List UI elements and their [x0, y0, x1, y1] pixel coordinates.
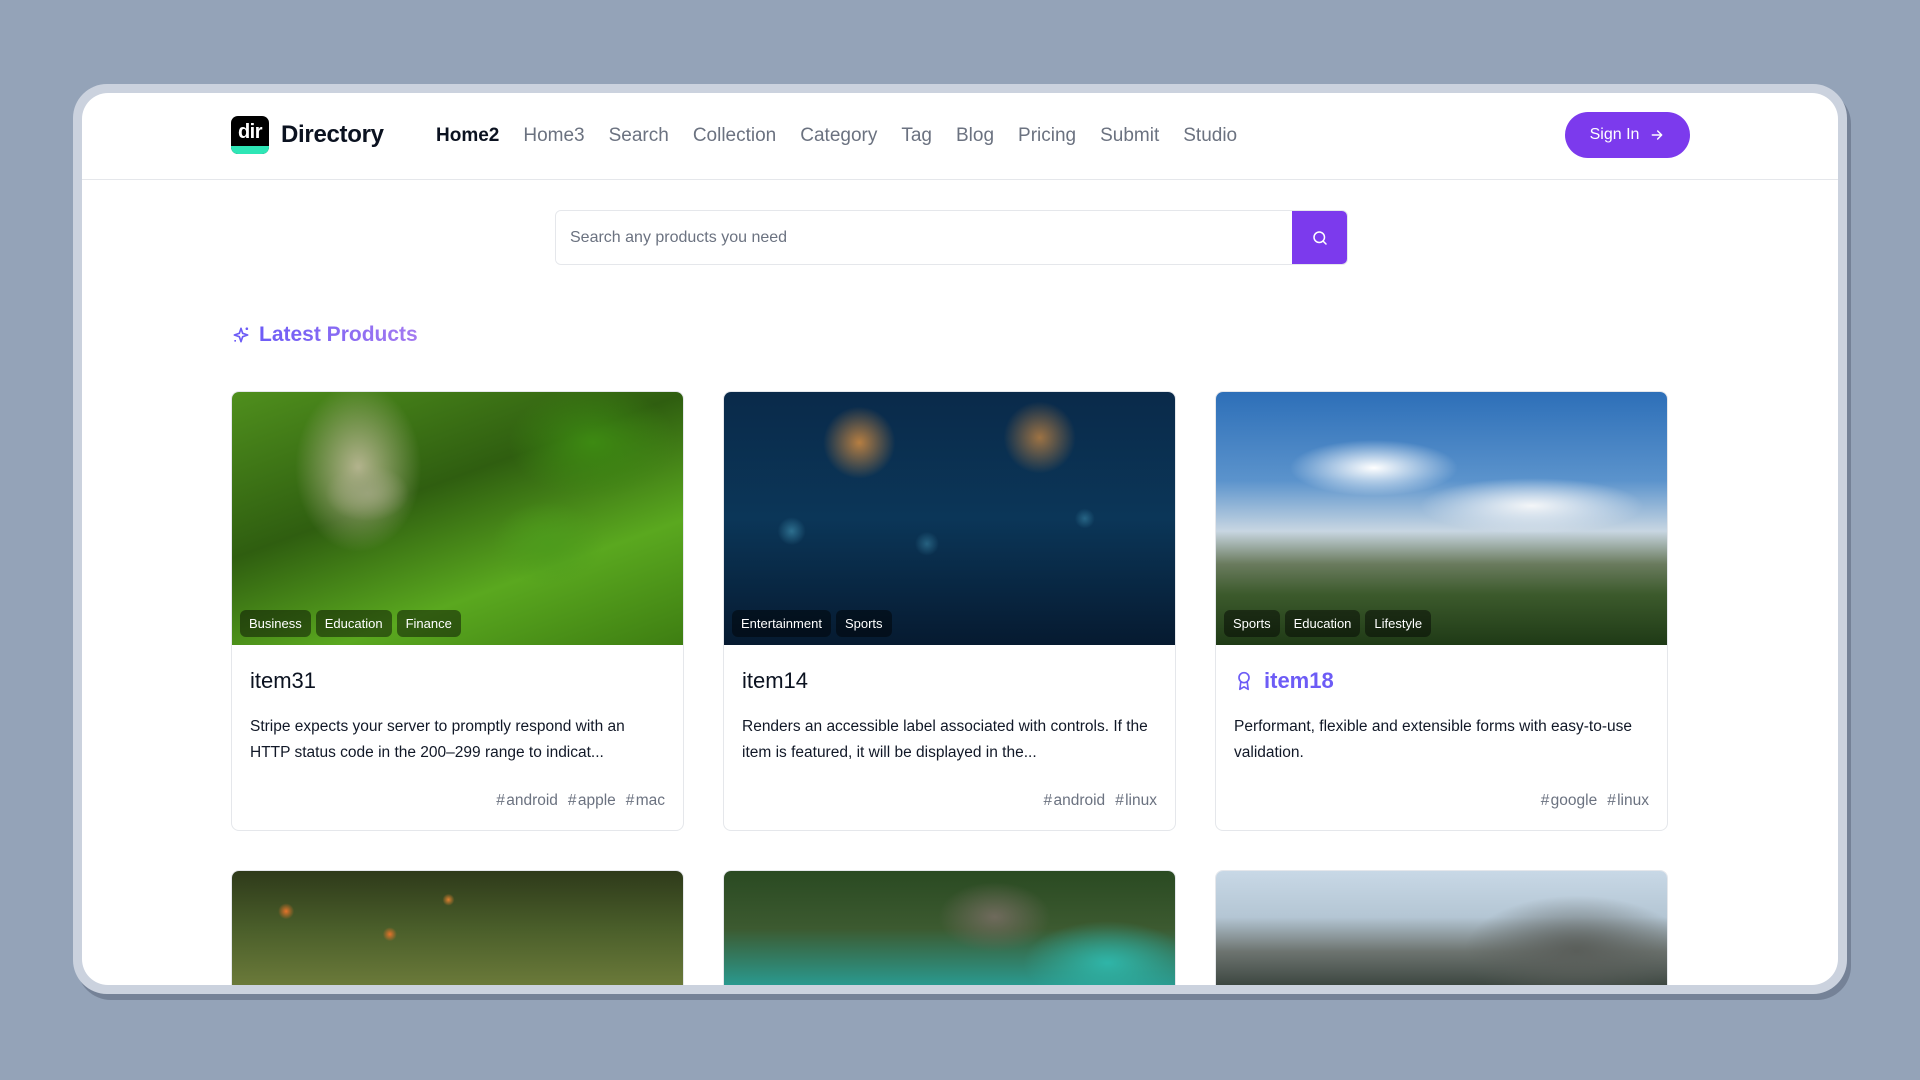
category-chip[interactable]: Business	[240, 610, 311, 637]
sign-in-label: Sign In	[1589, 126, 1640, 143]
category-chip[interactable]: Sports	[1224, 610, 1280, 637]
tag-list: # google # linux	[1541, 792, 1649, 810]
product-image[interactable]: Entertainment Sports	[724, 392, 1175, 645]
tag-link[interactable]: # google	[1541, 792, 1597, 810]
tag-list: # android # apple # mac	[496, 792, 665, 810]
nav-item-collection[interactable]: Collection	[693, 123, 776, 149]
category-chips: Business Education Finance	[240, 610, 461, 637]
product-title[interactable]: item31	[250, 667, 665, 695]
nav-item-blog[interactable]: Blog	[956, 123, 994, 149]
nav-item-home3[interactable]: Home3	[523, 123, 584, 149]
product-card[interactable]: Entertainment Sports item14 Renders an a…	[723, 391, 1176, 831]
tag-link[interactable]: # linux	[1115, 792, 1157, 810]
category-chip[interactable]: Entertainment	[732, 610, 831, 637]
product-card-featured[interactable]: Sports Education Lifestyle item18 Perfor…	[1215, 391, 1668, 831]
main-nav: Home2 Home3 Search Collection Category T…	[436, 123, 1261, 149]
tag-link[interactable]: # android	[496, 792, 558, 810]
product-description: Renders an accessible label associated w…	[742, 718, 1148, 761]
nav-item-pricing[interactable]: Pricing	[1018, 123, 1076, 149]
product-title-text[interactable]: item14	[742, 668, 808, 694]
product-title-text[interactable]: item18	[1264, 668, 1334, 694]
nav-item-studio[interactable]: Studio	[1183, 123, 1237, 149]
product-image[interactable]	[724, 871, 1175, 985]
category-chip[interactable]: Finance	[396, 610, 461, 637]
product-card[interactable]: Business Education Finance item31 Stripe…	[231, 391, 684, 831]
section-heading: Latest Products	[231, 323, 418, 347]
product-title[interactable]: item18	[1234, 667, 1649, 695]
product-description: Stripe expects your server to promptly r…	[250, 718, 625, 761]
nav-item-submit[interactable]: Submit	[1100, 123, 1159, 149]
nav-item-search[interactable]: Search	[609, 123, 669, 149]
sparkles-icon	[233, 327, 249, 343]
product-image[interactable]	[232, 871, 683, 985]
category-chip[interactable]: Education	[1284, 610, 1361, 637]
nav-item-home2[interactable]: Home2	[436, 123, 499, 149]
search-bar	[555, 210, 1348, 265]
nav-item-category[interactable]: Category	[800, 123, 877, 149]
category-chip[interactable]: Lifestyle	[1365, 610, 1432, 637]
product-title-text[interactable]: item31	[250, 668, 316, 694]
category-chip[interactable]: Education	[315, 610, 392, 637]
search-button[interactable]	[1292, 211, 1347, 264]
browser-frame: dir Directory Home2 Home3 Search Collect…	[73, 84, 1847, 994]
product-image[interactable]: Business Education Finance	[232, 392, 683, 645]
product-description: Performant, flexible and extensible form…	[1234, 718, 1633, 761]
tag-link[interactable]: # apple	[568, 792, 616, 810]
category-chips: Sports Education Lifestyle	[1224, 610, 1432, 637]
tag-link[interactable]: # mac	[626, 792, 665, 810]
brand-name: Directory	[281, 121, 384, 148]
product-title[interactable]: item14	[742, 667, 1157, 695]
logo-icon: dir	[231, 116, 269, 154]
arrow-right-icon	[1652, 130, 1663, 140]
award-icon	[1238, 671, 1250, 691]
category-chip[interactable]: Sports	[835, 610, 892, 637]
product-card[interactable]	[231, 870, 684, 985]
section-title: Latest Products	[259, 323, 418, 346]
product-card[interactable]	[723, 870, 1176, 985]
search-icon	[1312, 230, 1327, 245]
product-image[interactable]: Sports Education Lifestyle	[1216, 392, 1667, 645]
tag-link[interactable]: # linux	[1607, 792, 1649, 810]
product-image[interactable]	[1216, 871, 1667, 985]
nav-item-tag[interactable]: Tag	[901, 123, 932, 149]
tag-list: # android # linux	[1044, 792, 1157, 810]
product-card[interactable]	[1215, 870, 1668, 985]
page-window: dir Directory Home2 Home3 Search Collect…	[82, 93, 1838, 985]
search-input[interactable]	[556, 211, 1292, 264]
product-grid: Business Education Finance item31 Stripe…	[231, 391, 1668, 985]
tag-link[interactable]: # android	[1044, 792, 1106, 810]
sign-in-button[interactable]: Sign In	[1565, 112, 1690, 158]
category-chips: Entertainment Sports	[732, 610, 892, 637]
logo-link[interactable]: dir Directory	[231, 116, 384, 154]
site-header: dir Directory Home2 Home3 Search Collect…	[82, 93, 1838, 180]
